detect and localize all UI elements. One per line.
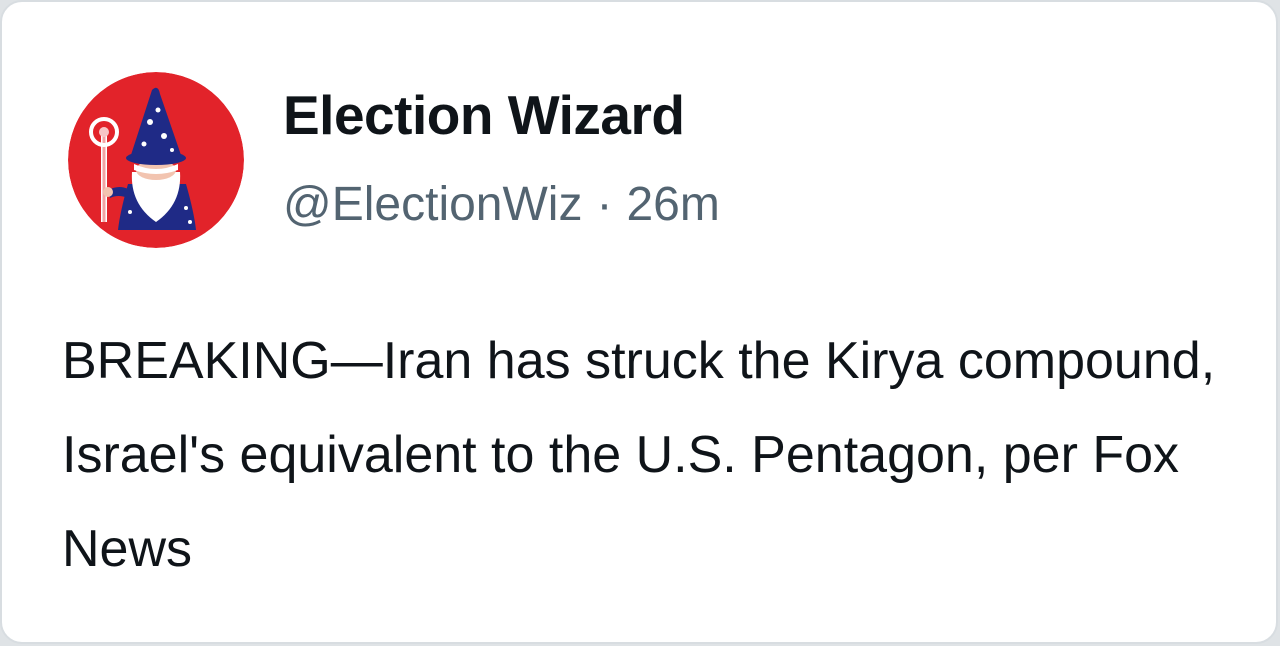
tweet-card[interactable]: Election Wizard @ElectionWiz · 26m BREAKIN… — [0, 0, 1278, 644]
timestamp[interactable]: 26m — [626, 178, 719, 231]
avatar[interactable] — [68, 72, 244, 248]
tweet-text: BREAKING—Iran has struck the Kirya compo… — [62, 332, 1216, 578]
tweet-meta: @ElectionWiz · 26m — [283, 174, 720, 236]
display-name[interactable]: Election Wizard — [283, 82, 685, 148]
user-handle[interactable]: @ElectionWiz — [283, 178, 582, 231]
wizard-gnome-icon — [68, 72, 244, 248]
separator-dot: · — [596, 178, 613, 231]
